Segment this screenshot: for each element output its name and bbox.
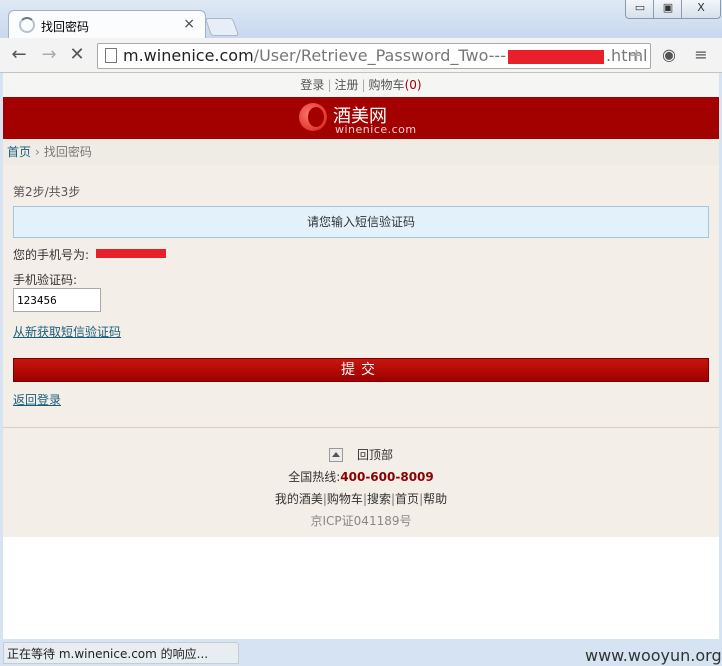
watermark: www.wooyun.org xyxy=(585,646,722,665)
footer-link-help[interactable]: 帮助 xyxy=(423,492,447,506)
back-to-top-label: 回顶部 xyxy=(357,448,394,462)
close-window-button[interactable]: X xyxy=(681,0,721,19)
footer-link-home[interactable]: 首页 xyxy=(395,492,419,506)
site-footer: 回顶部 全国热线:400-600-8009 我的酒美|购物车|搜索|首页|帮助 … xyxy=(3,428,719,537)
hotline-label: 全国热线: xyxy=(288,470,341,484)
cart-link[interactable]: 购物车(0) xyxy=(369,78,422,92)
maximize-button[interactable]: ▣ xyxy=(653,0,683,19)
browser-toolbar: ← → ✕ m.winenice.com/User/Retrieve_Passw… xyxy=(0,38,722,73)
browser-titlebar: 找回密码 × ▭ ▣ X xyxy=(0,0,722,39)
page-viewport: 登录 | 注册 | 购物车(0) 酒美网 winenice.com 首页 › 找回密码 第2… xyxy=(3,73,719,639)
forward-arrow-icon[interactable]: → xyxy=(38,44,60,66)
page-icon xyxy=(105,48,117,63)
phone-label: 您的手机号为: xyxy=(13,248,90,262)
icp-license: 京ICP证041189号 xyxy=(310,514,412,528)
footer-link-cart[interactable]: 购物车 xyxy=(327,492,363,506)
redacted-phone xyxy=(96,249,166,258)
step-indicator: 第2步/共3步 xyxy=(13,185,81,199)
stop-loading-icon[interactable]: ✕ xyxy=(66,44,88,66)
top-nav: 登录 | 注册 | 购物车(0) xyxy=(3,73,719,97)
bookmark-plus-icon[interactable]: + xyxy=(629,45,644,66)
logo-text-en: winenice.com xyxy=(335,123,417,136)
hotline: 全国热线:400-600-8009 xyxy=(3,468,719,485)
back-arrow-icon[interactable]: ← xyxy=(8,44,30,66)
code-label: 手机验证码: xyxy=(13,273,78,287)
footer-links: 我的酒美|购物车|搜索|首页|帮助 xyxy=(274,492,448,506)
address-bar[interactable]: m.winenice.com/User/Retrieve_Password_Tw… xyxy=(97,43,651,69)
retrieve-password-form: 第2步/共3步 请您输入短信验证码 您的手机号为: 手机验证码: 123456 … xyxy=(3,165,719,427)
hotline-number[interactable]: 400-600-8009 xyxy=(340,470,433,484)
sms-code-input[interactable]: 123456 xyxy=(13,288,101,312)
redacted-block xyxy=(507,49,604,64)
breadcrumb-home-link[interactable]: 首页 xyxy=(7,145,31,159)
register-link[interactable]: 注册 xyxy=(334,78,358,92)
tab-close-icon[interactable]: × xyxy=(183,16,195,32)
new-tab-button[interactable] xyxy=(204,18,240,36)
arrow-up-icon xyxy=(329,448,343,462)
globe-icon[interactable]: ◉ xyxy=(660,46,678,64)
breadcrumb-current: 找回密码 xyxy=(43,145,92,159)
chevron-right-icon: › xyxy=(35,145,40,159)
menu-icon[interactable]: ≡ xyxy=(692,46,710,64)
login-link[interactable]: 登录 xyxy=(300,78,324,92)
loading-spinner-icon xyxy=(19,17,35,33)
back-to-login-link[interactable]: 返回登录 xyxy=(13,391,61,408)
footer-link-my-account[interactable]: 我的酒美 xyxy=(275,492,323,506)
minimize-button[interactable]: ▭ xyxy=(625,0,655,19)
site-header: 酒美网 winenice.com xyxy=(3,97,719,139)
resend-code-link[interactable]: 从新获取短信验证码 xyxy=(13,323,121,340)
footer-link-search[interactable]: 搜索 xyxy=(367,492,391,506)
logo-mark-icon xyxy=(299,103,327,131)
cart-count: (0) xyxy=(404,78,422,92)
address-url: m.winenice.com/User/Retrieve_Password_Tw… xyxy=(123,46,648,65)
browser-tab[interactable]: 找回密码 × xyxy=(8,10,206,39)
breadcrumb: 首页 › 找回密码 xyxy=(3,139,719,165)
tab-title: 找回密码 xyxy=(41,20,90,34)
status-bar: 正在等待 m.winenice.com 的响应... xyxy=(3,642,239,664)
sms-notice: 请您输入短信验证码 xyxy=(13,206,709,238)
submit-button[interactable]: 提交 xyxy=(13,358,709,382)
